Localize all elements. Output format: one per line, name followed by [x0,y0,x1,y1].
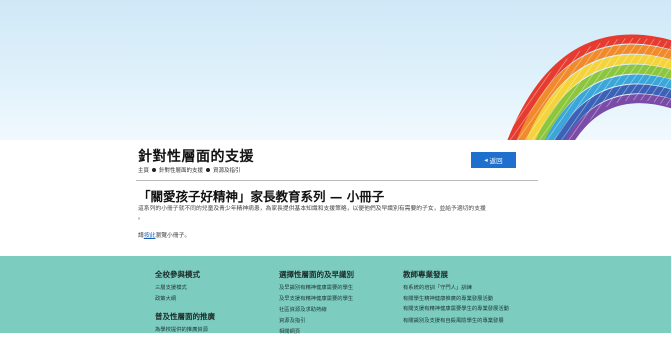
page-title: 針對性層面的支援 [138,149,254,165]
breadcrumb-current: 資源及指引 [213,168,241,174]
description: 這系列的小冊子就不同的兒童及青少年精神病患，為家長提供基本知識和支援策略，以便他… [138,205,538,223]
hero-banner [0,0,671,140]
description-line: 。 [138,215,144,221]
footer-column-whole-school: 全校參與模式 三層支援模式 政策大綱 [155,269,200,305]
footer-heading[interactable]: 全校參與模式 [155,269,200,280]
footer-heading[interactable]: 教師專業發展 [403,269,513,280]
instruction-suffix: 瀏覽小冊子。 [155,233,191,239]
breadcrumb-separator-icon [206,168,211,172]
footer-link[interactable]: 社區資源及求助熱線 [279,305,354,316]
footer-link[interactable]: 三層支援模式 [155,283,200,294]
footer-column-selective: 選擇性層面的及早識別 及早識別有精神健康需要的學生 及早支援有精神健康需要的學生… [279,269,354,338]
footer-link[interactable]: 資源及指引 [279,316,354,327]
chevron-left-icon: ◂ [484,157,488,164]
footer-link[interactable]: 及早支援有精神健康需要的學生 [279,294,354,305]
footer-link[interactable]: 有關學生精神健康推廣的專業發展活動 [403,294,513,305]
back-button-label: 返回 [489,158,503,165]
section-heading: 「關愛孩子好精神」家長教育系列 — 小冊子 [138,189,385,204]
breadcrumb-targeted-support[interactable]: 針對性層面的支援 [159,166,203,174]
footer-link[interactable]: 政策大綱 [155,294,200,305]
breadcrumb: 主頁 針對性層面的支援 資源及指引 [138,166,241,174]
footer-column-teacher-development: 教師專業發展 有系統的培訓「守門人」訓練 有關學生精神健康推廣的專業發展活動 有… [403,269,513,327]
title-divider [136,180,538,181]
footer-link[interactable]: 有關識別及支援有自殺風險學生的專業發展 [403,316,513,327]
booklet-instruction: 請按此瀏覽小冊子。 [138,230,190,239]
back-button[interactable]: ◂ 返回 [471,152,516,168]
footer-link[interactable]: 有系統的培訓「守門人」訓練 [403,283,513,294]
breadcrumb-separator-icon [152,168,157,172]
footer-link[interactable]: 有關支援有精神健康需要學生的專業發展活動 [403,305,513,313]
footer-link[interactable]: 及早識別有精神健康需要的學生 [279,283,354,294]
footer-column-universal: 普及性層面的推廣 為學校提供的推廣資源 [155,311,215,336]
footer-heading[interactable]: 普及性層面的推廣 [155,311,215,322]
click-here-link[interactable]: 按此 [144,233,156,239]
footer-heading[interactable]: 選擇性層面的及早識別 [279,269,354,280]
description-line: 這系列的小冊子就不同的兒童及青少年精神病患，為家長提供基本知識和支援策略，以便他… [138,206,486,212]
footer-link[interactable]: 為學校提供的推廣資源 [155,325,215,336]
rainbow-illustration [506,34,671,140]
breadcrumb-home[interactable]: 主頁 [138,166,149,174]
